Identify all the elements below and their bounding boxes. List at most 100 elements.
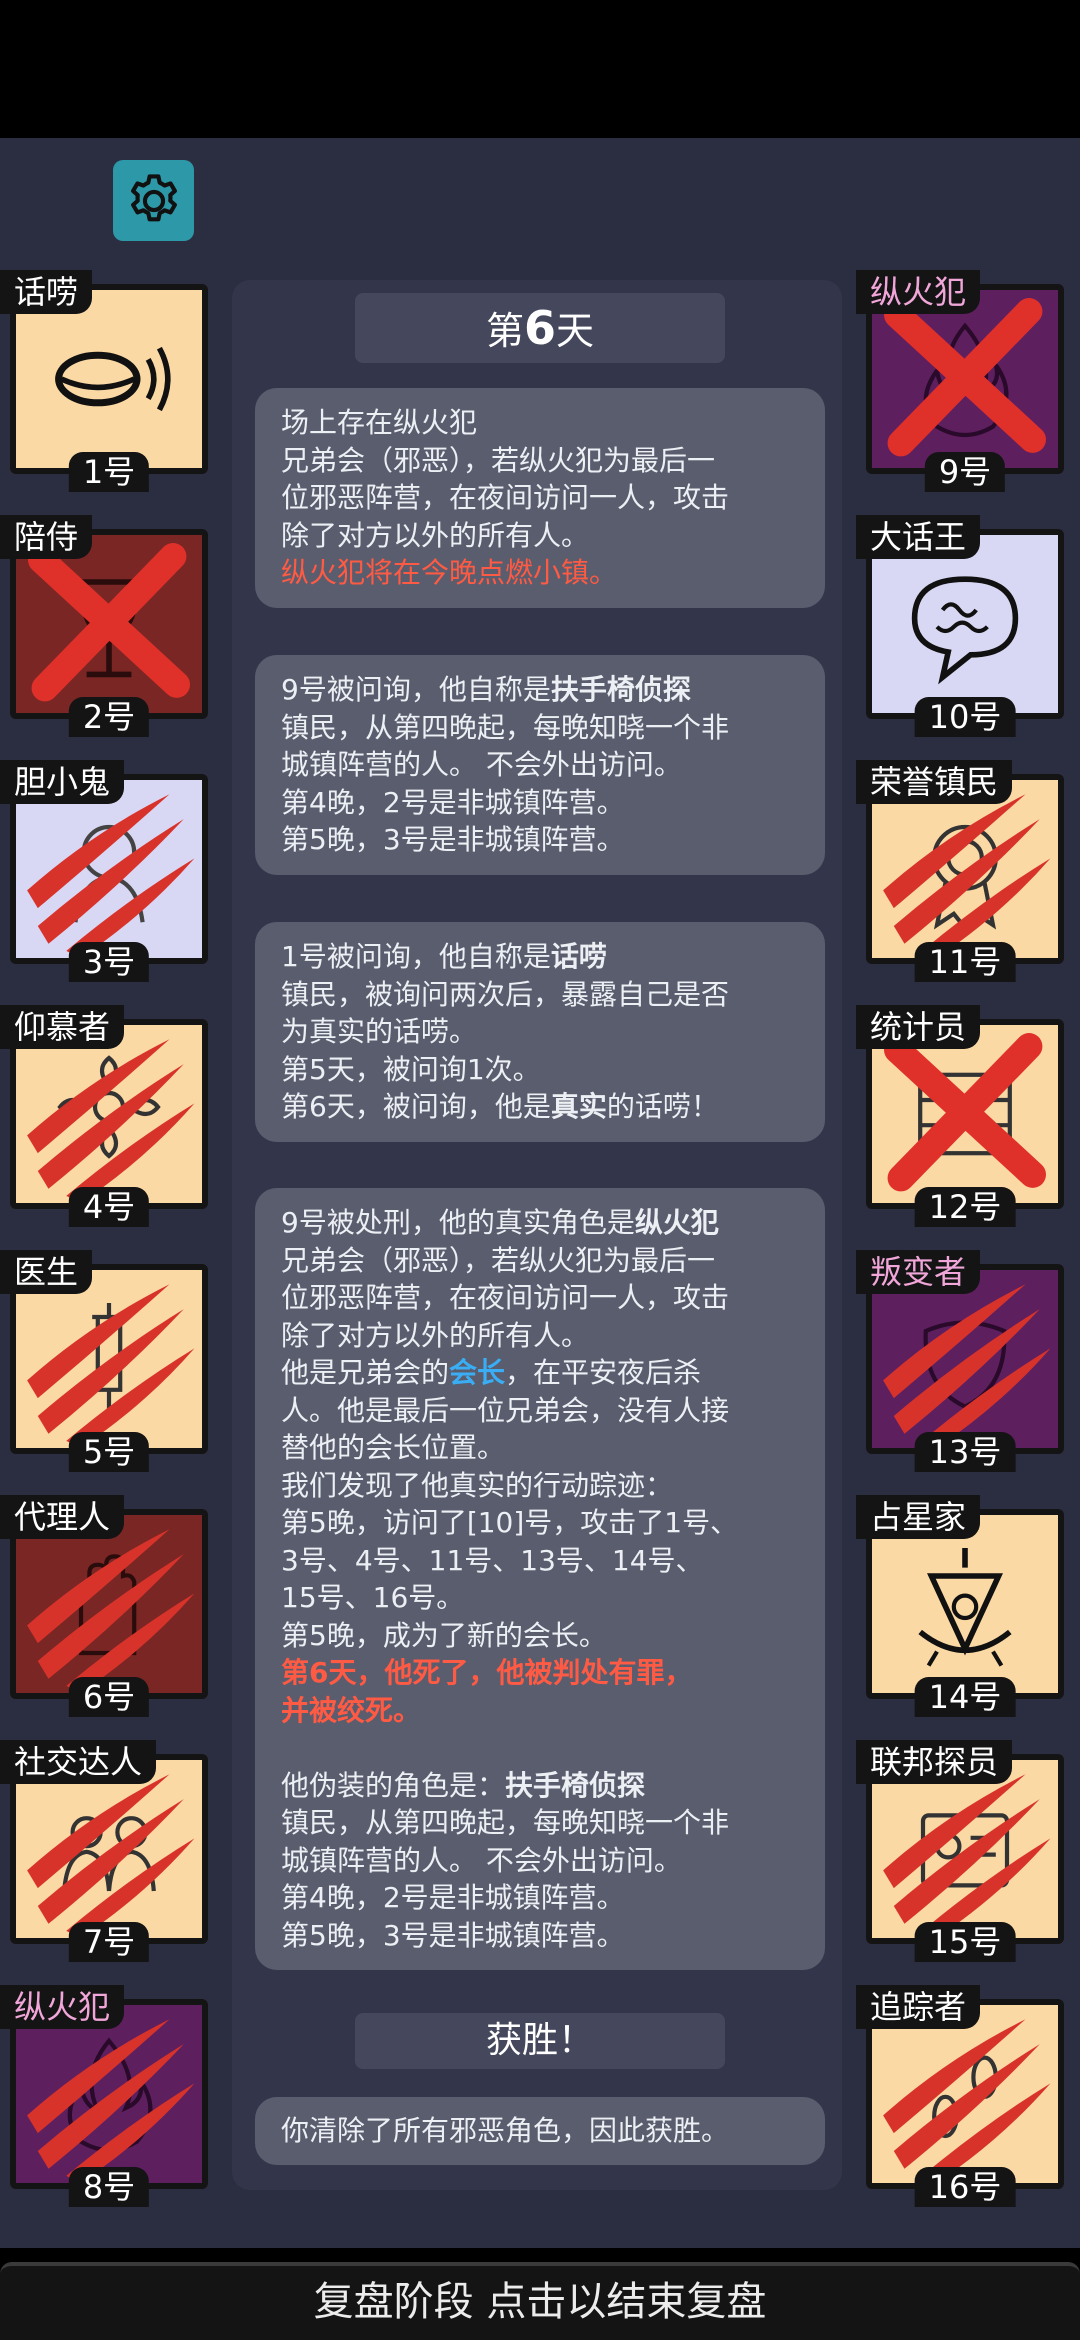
log-text: 除了对方以外的所有人。 <box>281 1318 590 1352</box>
player-card[interactable]: 话唠 1号 <box>0 270 218 492</box>
log-line: 城镇阵营的人。 不会外出访问。 <box>281 746 799 784</box>
player-card[interactable]: 大话王 10号 <box>856 515 1074 737</box>
player-card[interactable]: 医生 5号 <box>0 1250 218 1472</box>
player-role-label: 代理人 <box>0 1495 125 1539</box>
fire-icon <box>67 2037 153 2153</box>
log-text: 真实 <box>550 1090 607 1123</box>
log-text: 镇民，被询问两次后，暴露自己是否 <box>281 977 730 1011</box>
role-portrait <box>16 1760 202 1938</box>
player-number-label: 6号 <box>68 1677 150 1717</box>
mask-icon <box>923 1320 1007 1409</box>
log-text: 人。他是最后一位兄弟会，没有人接 <box>281 1393 730 1427</box>
log-text: 9号被问询，他自称是 <box>281 673 551 706</box>
end-review-button[interactable]: 复盘阶段 点击以结束复盘 <box>0 2262 1080 2340</box>
player-card[interactable]: 统计员 12号 <box>856 1005 1074 1227</box>
log-text: 会长 <box>449 1356 506 1389</box>
log-text: 纵火犯将在今晚点燃小镇。 <box>281 556 618 589</box>
log-text: 的话唠！ <box>606 1090 719 1123</box>
log-text: 第5晚，3号是非城镇阵营。 <box>281 823 625 856</box>
player-role-label: 占星家 <box>856 1495 981 1539</box>
log-text: 第6天，被问询，他是 <box>281 1090 551 1123</box>
log-text: 城镇阵营的人。 不会外出访问。 <box>281 1843 682 1877</box>
player-role-label: 荣誉镇民 <box>856 760 1013 804</box>
role-portrait <box>872 2005 1058 2183</box>
log-text: 1号被问询，他自称是 <box>281 940 551 973</box>
player-number-label: 10号 <box>914 697 1016 737</box>
abacus-icon <box>918 1072 1012 1156</box>
log-line: 兄弟会（邪恶），若纵火犯为最后一 <box>281 442 799 480</box>
log-message: 1号被问询，他自称是话唠 镇民，被询问两次后，暴露自己是否 为真实的话唠。 第5天，被… <box>255 922 825 1142</box>
player-card[interactable]: 代理人 6号 <box>0 1495 218 1717</box>
log-line: 他是兄弟会的会长，在平安夜后杀 <box>281 1354 799 1392</box>
player-card[interactable]: 联邦探员 15号 <box>856 1740 1074 1962</box>
log-text: 第4晚，2号是非城镇阵营。 <box>281 1881 625 1914</box>
syringe-icon <box>92 1303 126 1418</box>
wine-glass-icon <box>78 579 140 678</box>
role-portrait <box>872 290 1058 468</box>
log-line: 第5晚，3号是非城镇阵营。 <box>281 1917 799 1955</box>
player-role-label: 医生 <box>0 1250 93 1294</box>
player-card[interactable]: 社交达人 7号 <box>0 1740 218 1962</box>
log-line: 第5晚，访问了[10]号，攻击了1号、 <box>281 1504 799 1542</box>
role-portrait <box>872 1760 1058 1938</box>
log-line: 替他的会长位置。 <box>281 1429 799 1467</box>
player-card[interactable]: 占星家 14号 <box>856 1495 1074 1717</box>
role-portrait <box>16 535 202 713</box>
player-role-label: 胆小鬼 <box>0 760 125 804</box>
log-line: 人。他是最后一位兄弟会，没有人接 <box>281 1392 799 1430</box>
player-role-label: 纵火犯 <box>856 270 981 314</box>
log-text: 第5晚，访问了[10]号，攻击了1号、 <box>281 1506 739 1539</box>
hand-icon <box>78 1554 137 1656</box>
player-role-label: 大话王 <box>856 515 981 559</box>
player-card[interactable]: 纵火犯 9号 <box>856 270 1074 492</box>
settings-button[interactable] <box>113 160 194 241</box>
log-text: ，在平安夜后杀 <box>505 1356 702 1389</box>
role-portrait <box>872 1270 1058 1448</box>
sextant-icon <box>918 1548 1012 1667</box>
log-text: 兄弟会（邪恶），若纵火犯为最后一 <box>281 1243 716 1277</box>
log-line: 9号被问询，他自称是扶手椅侦探 <box>281 671 799 709</box>
log-text: 位邪恶阵营，在夜间访问一人，攻击 <box>281 1281 730 1314</box>
role-portrait <box>16 2005 202 2183</box>
player-number-label: 14号 <box>914 1677 1016 1717</box>
log-text: 场上存在纵火犯 <box>281 406 478 439</box>
player-card[interactable]: 纵火犯 8号 <box>0 1985 218 2207</box>
player-role-label: 追踪者 <box>856 1985 981 2029</box>
log-line: 1号被问询，他自称是话唠 <box>281 938 799 976</box>
player-number-label: 11号 <box>914 942 1016 982</box>
role-portrait <box>872 535 1058 713</box>
day-number: 6 <box>523 301 556 355</box>
log-line: 除了对方以外的所有人。 <box>281 517 799 555</box>
player-card[interactable]: 陪侍 2号 <box>0 515 218 737</box>
role-portrait <box>16 1270 202 1448</box>
log-line: 第4晚，2号是非城镇阵营。 <box>281 784 799 822</box>
role-portrait <box>872 1025 1058 1203</box>
player-number-label: 13号 <box>914 1432 1016 1472</box>
fire-icon <box>923 322 1009 438</box>
log-line: 第4晚，2号是非城镇阵营。 <box>281 1879 799 1917</box>
log-line: 纵火犯将在今晚点燃小镇。 <box>281 554 799 592</box>
log-text: 9号被处刑，他的真实角色是 <box>281 1206 635 1239</box>
player-card[interactable]: 追踪者 16号 <box>856 1985 1074 2207</box>
player-card[interactable]: 叛变者 13号 <box>856 1250 1074 1472</box>
people-icon <box>62 1816 156 1892</box>
log-text: 他是兄弟会的 <box>281 1356 450 1389</box>
day-prefix: 第 <box>485 309 524 353</box>
log-text: 镇民，从第四晚起，每晚知晓一个非 <box>281 710 730 744</box>
log-line: 第6天，他死了，他被判处有罪， <box>281 1654 799 1692</box>
log-line: 他伪装的角色是：扶手椅侦探 <box>281 1767 799 1805</box>
player-card[interactable]: 仰慕者 4号 <box>0 1005 218 1227</box>
log-line: 9号被处刑，他的真实角色是纵火犯 <box>281 1204 799 1242</box>
player-number-label: 12号 <box>914 1187 1016 1227</box>
log-text: 镇民，从第四晚起，每晚知晓一个非 <box>281 1806 730 1839</box>
log-text: 3号、4号、11号、13号、14号、 <box>281 1543 704 1577</box>
log-line: 镇民，从第四晚起，每晚知晓一个非 <box>281 709 799 747</box>
player-card[interactable]: 荣誉镇民 11号 <box>856 760 1074 982</box>
log-text: 替他的会长位置。 <box>281 1431 506 1464</box>
player-role-label: 话唠 <box>0 270 93 314</box>
log-text: 位邪恶阵营，在夜间访问一人，攻击 <box>281 481 730 514</box>
log-text: 第5天，被问询1次。 <box>281 1052 541 1086</box>
log-text: 第6天，他死了，他被判处有罪， <box>281 1656 693 1689</box>
player-role-label: 仰慕者 <box>0 1005 125 1049</box>
player-card[interactable]: 胆小鬼 3号 <box>0 760 218 982</box>
